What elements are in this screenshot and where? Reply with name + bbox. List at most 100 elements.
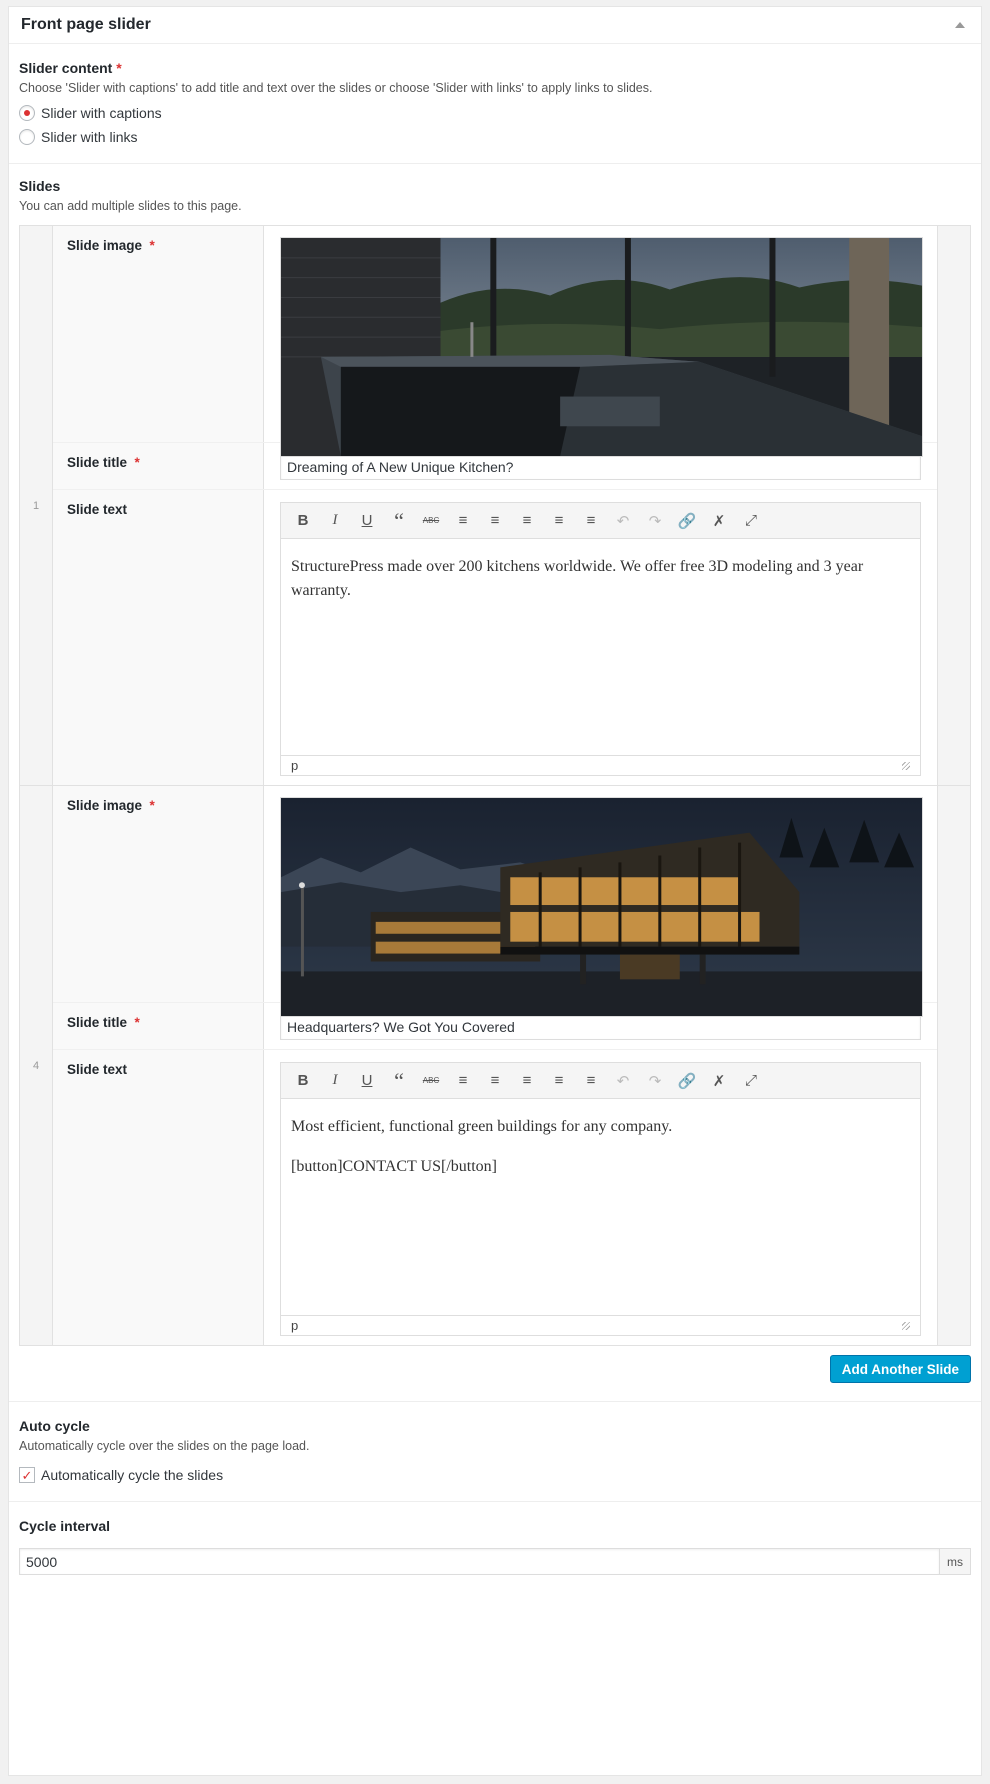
slide-text-row: Slide text B I U “ ABC ≡ ≡ ≡ ≡ ≡ ↶ ↷ 🔗 ✗…	[53, 1050, 937, 1345]
unlink-icon[interactable]: ✗	[703, 506, 735, 536]
slide-title-label: Slide title *	[53, 443, 264, 489]
slide-index[interactable]: 4	[20, 786, 53, 1345]
align-right-icon[interactable]: ≡	[575, 506, 607, 536]
underline-icon[interactable]: U	[351, 1066, 383, 1096]
slide-remove-column[interactable]	[937, 226, 970, 785]
slide-text-row: Slide text B I U “ ABC ≡ ≡ ≡ ≡ ≡ ↶ ↷ 🔗 ✗…	[53, 490, 937, 785]
slide-image-label: Slide image *	[53, 786, 264, 1002]
radio-slider-with-links[interactable]: Slider with links	[19, 129, 971, 145]
fullscreen-icon[interactable]: ⤢	[735, 506, 767, 536]
cycle-interval-label: Cycle interval	[19, 1518, 111, 1534]
editor-paragraph: StructurePress made over 200 kitchens wo…	[291, 558, 864, 599]
radio-button[interactable]	[19, 129, 35, 145]
resize-handle-icon[interactable]	[902, 761, 910, 770]
slide-1: 1 Slide image * Slide title * Dreaming o…	[20, 226, 970, 786]
slide-fields: Slide image *	[53, 226, 937, 785]
slide-image-kitchen[interactable]	[280, 237, 923, 457]
editor-content[interactable]: Most efficient, functional green buildin…	[281, 1099, 920, 1315]
cycle-interval-field: ms	[19, 1548, 971, 1575]
slider-content-description: Choose 'Slider with captions' to add tit…	[19, 81, 653, 95]
align-center-icon[interactable]: ≡	[543, 1066, 575, 1096]
unlink-icon[interactable]: ✗	[703, 1066, 735, 1096]
underline-icon[interactable]: U	[351, 506, 383, 536]
blockquote-icon[interactable]: “	[383, 506, 415, 536]
editor-toolbar: B I U “ ABC ≡ ≡ ≡ ≡ ≡ ↶ ↷ 🔗 ✗ ⤢	[281, 503, 920, 539]
add-another-slide-button[interactable]: Add Another Slide	[829, 1355, 971, 1383]
slide-image-building[interactable]	[280, 797, 923, 1017]
slider-content-label: Slider content *	[19, 60, 122, 76]
slide-text-label: Slide text	[53, 490, 264, 785]
checkbox-label: Automatically cycle the slides	[41, 1467, 224, 1483]
checkmark-icon[interactable]: ✓	[19, 1467, 35, 1483]
strikethrough-icon[interactable]: ABC	[415, 1066, 447, 1096]
slide-fields: Slide image *	[53, 786, 937, 1345]
fullscreen-icon[interactable]: ⤢	[735, 1066, 767, 1096]
slides-description: You can add multiple slides to this page…	[19, 199, 242, 213]
slide-remove-column[interactable]	[937, 786, 970, 1345]
slides-table: 1 Slide image * Slide title * Dreaming o…	[19, 225, 971, 1346]
redo-icon[interactable]: ↷	[639, 1066, 671, 1096]
numbered-list-icon[interactable]: ≡	[479, 506, 511, 536]
undo-icon[interactable]: ↶	[607, 1066, 639, 1096]
bullet-list-icon[interactable]: ≡	[447, 506, 479, 536]
slide-text-editor: B I U “ ABC ≡ ≡ ≡ ≡ ≡	[280, 1062, 921, 1336]
editor-toolbar: B I U “ ABC ≡ ≡ ≡ ≡ ≡ ↶ ↷ 🔗 ✗ ⤢	[281, 1063, 920, 1099]
editor-status-bar: p	[281, 1315, 920, 1335]
italic-icon[interactable]: I	[319, 1066, 351, 1096]
interval-unit-label: ms	[939, 1548, 971, 1575]
align-right-icon[interactable]: ≡	[575, 1066, 607, 1096]
slide-title-input[interactable]	[280, 1013, 921, 1040]
radio-label: Slider with captions	[41, 105, 162, 121]
slide-title-label: Slide title *	[53, 1003, 264, 1049]
element-path[interactable]: p	[291, 1318, 298, 1333]
cycle-interval-input[interactable]	[19, 1548, 939, 1575]
slide-text-label: Slide text	[53, 1050, 264, 1345]
undo-icon[interactable]: ↶	[607, 506, 639, 536]
editor-paragraph: Most efficient, functional green buildin…	[291, 1118, 673, 1135]
auto-cycle-label: Auto cycle	[19, 1418, 90, 1434]
align-center-icon[interactable]: ≡	[543, 506, 575, 536]
metabox-header[interactable]: Front page slider	[9, 7, 981, 44]
redo-icon[interactable]: ↷	[639, 506, 671, 536]
slide-image-label: Slide image *	[53, 226, 264, 442]
cycle-interval-section: Cycle interval ms	[9, 1502, 981, 1593]
slides-label: Slides	[19, 178, 61, 194]
slides-section: Slides You can add multiple slides to th…	[9, 164, 981, 1402]
strikethrough-icon[interactable]: ABC	[415, 506, 447, 536]
auto-cycle-description: Automatically cycle over the slides on t…	[19, 1439, 310, 1453]
slide-title-input[interactable]	[280, 453, 921, 480]
element-path[interactable]: p	[291, 758, 298, 773]
link-icon[interactable]: 🔗	[671, 506, 703, 536]
bold-icon[interactable]: B	[287, 506, 319, 536]
radio-button-selected[interactable]	[19, 105, 35, 121]
editor-paragraph: [button]CONTACT US[/button]	[291, 1158, 497, 1175]
collapse-arrow-icon[interactable]	[955, 22, 965, 28]
italic-icon[interactable]: I	[319, 506, 351, 536]
slide-4: 4 Slide image * Slide title * Headquarte…	[20, 786, 970, 1345]
numbered-list-icon[interactable]: ≡	[479, 1066, 511, 1096]
slide-index[interactable]: 1	[20, 226, 53, 785]
slide-text-cell: B I U “ ABC ≡ ≡ ≡ ≡ ≡	[264, 1050, 937, 1345]
link-icon[interactable]: 🔗	[671, 1066, 703, 1096]
bullet-list-icon[interactable]: ≡	[447, 1066, 479, 1096]
blockquote-icon[interactable]: “	[383, 1066, 415, 1096]
resize-handle-icon[interactable]	[902, 1321, 910, 1330]
slider-content-section: Slider content * Choose 'Slider with cap…	[9, 44, 981, 164]
metabox-title: Front page slider	[21, 16, 151, 33]
auto-cycle-checkbox-row[interactable]: ✓ Automatically cycle the slides	[19, 1467, 971, 1483]
slide-image-cell	[264, 226, 937, 457]
front-page-slider-metabox: Front page slider Slider content * Choos…	[8, 6, 982, 1776]
radio-label: Slider with links	[41, 129, 138, 145]
align-left-icon[interactable]: ≡	[511, 506, 543, 536]
required-asterisk: *	[116, 60, 122, 76]
slide-image-row: Slide image *	[53, 226, 937, 457]
align-left-icon[interactable]: ≡	[511, 1066, 543, 1096]
slide-text-cell: B I U “ ABC ≡ ≡ ≡ ≡ ≡	[264, 490, 937, 785]
radio-slider-with-captions[interactable]: Slider with captions	[19, 105, 971, 121]
slide-image-row: Slide image *	[53, 786, 937, 1017]
editor-status-bar: p	[281, 755, 920, 775]
add-slide-row: Add Another Slide	[19, 1355, 971, 1383]
slide-image-cell	[264, 786, 937, 1017]
bold-icon[interactable]: B	[287, 1066, 319, 1096]
editor-content[interactable]: StructurePress made over 200 kitchens wo…	[281, 539, 920, 755]
